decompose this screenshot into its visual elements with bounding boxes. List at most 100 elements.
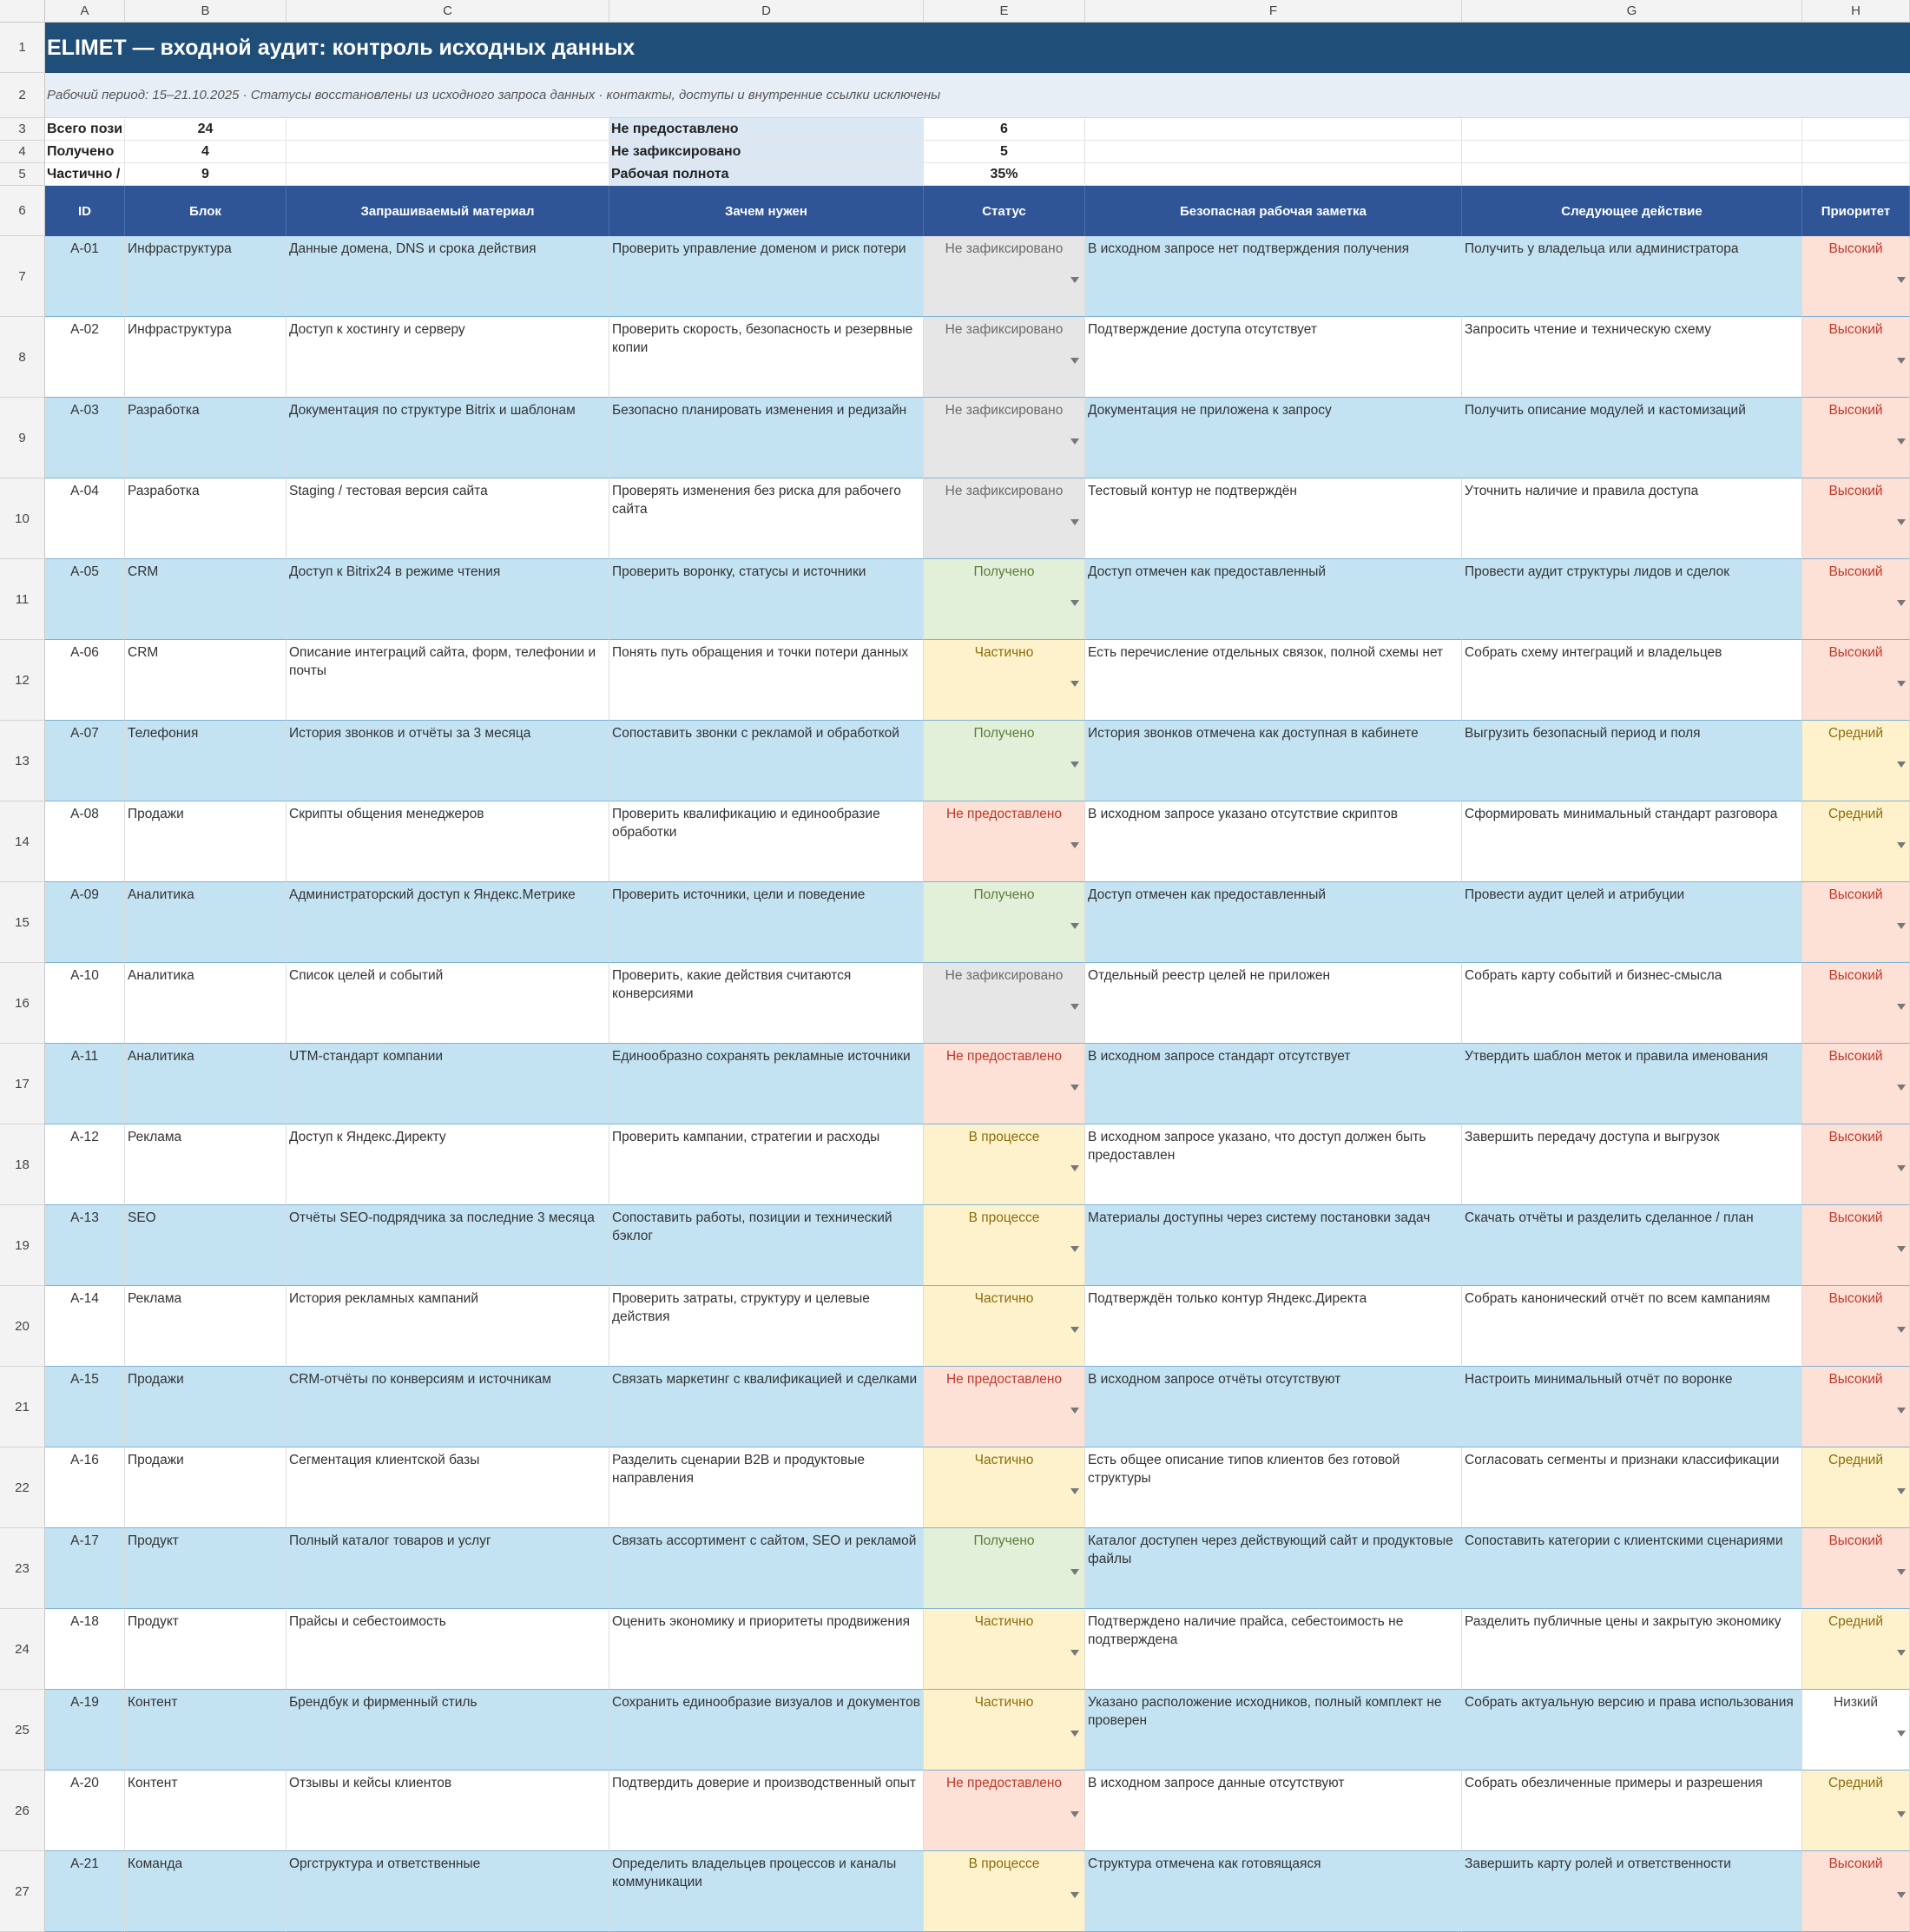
priority-dropdown[interactable]: Высокий (1802, 1044, 1910, 1124)
cell-id[interactable]: A-11 (45, 1044, 125, 1124)
summary-total-value[interactable]: 24 (125, 118, 286, 141)
row-header[interactable]: 23 (0, 1528, 45, 1609)
cell-material[interactable]: Доступ к Яндекс.Директу (286, 1124, 609, 1205)
row-header[interactable]: 27 (0, 1851, 45, 1932)
cell-next[interactable]: Сопоставить категории с клиентскими сцен… (1462, 1528, 1802, 1609)
cell-block[interactable]: Продукт (125, 1609, 286, 1690)
dropdown-arrow-icon[interactable] (1897, 600, 1906, 606)
cell-note[interactable]: Каталог доступен через действующий сайт … (1085, 1528, 1462, 1609)
cell-material[interactable]: История звонков и отчёты за 3 месяца (286, 721, 609, 801)
cell-next[interactable]: Согласовать сегменты и признаки классифи… (1462, 1447, 1802, 1528)
status-dropdown[interactable]: Не предоставлено (924, 1770, 1085, 1851)
cell-material[interactable]: Список целей и событий (286, 963, 609, 1044)
row-header[interactable]: 19 (0, 1205, 45, 1286)
cell-note[interactable]: В исходном запросе стандарт отсутствует (1085, 1044, 1462, 1124)
cell-next[interactable]: Настроить минимальный отчёт по воронке (1462, 1367, 1802, 1447)
dropdown-arrow-icon[interactable] (1897, 1165, 1906, 1171)
dropdown-arrow-icon[interactable] (1897, 358, 1906, 364)
dropdown-arrow-icon[interactable] (1070, 1408, 1079, 1414)
cell-note[interactable]: Документация не приложена к запросу (1085, 398, 1462, 478)
cell-id[interactable]: A-17 (45, 1528, 125, 1609)
cell-block[interactable]: Продажи (125, 1447, 286, 1528)
dropdown-arrow-icon[interactable] (1897, 1569, 1906, 1575)
cell-material[interactable]: Staging / тестовая версия сайта (286, 478, 609, 559)
cell-why[interactable]: Проверять изменения без риска для рабоче… (609, 478, 924, 559)
cell-block[interactable]: Разработка (125, 398, 286, 478)
priority-dropdown[interactable]: Высокий (1802, 559, 1910, 640)
cell-why[interactable]: Проверить квалификацию и единообразие об… (609, 801, 924, 882)
summary-not-recorded-value[interactable]: 5 (924, 141, 1085, 163)
cell-id[interactable]: A-02 (45, 317, 125, 398)
cell-block[interactable]: Инфраструктура (125, 317, 286, 398)
cell-material[interactable]: Доступ к Bitrix24 в режиме чтения (286, 559, 609, 640)
dropdown-arrow-icon[interactable] (1070, 1892, 1079, 1898)
priority-dropdown[interactable]: Высокий (1802, 478, 1910, 559)
summary-partial-value[interactable]: 9 (125, 163, 286, 186)
dropdown-arrow-icon[interactable] (1897, 1811, 1906, 1817)
table-header-id[interactable]: ID (45, 186, 125, 236)
cell-next[interactable]: Получить описание модулей и кастомизаций (1462, 398, 1802, 478)
cell-material[interactable]: Доступ к хостингу и серверу (286, 317, 609, 398)
status-dropdown[interactable]: Не зафиксировано (924, 317, 1085, 398)
cell-note[interactable]: История звонков отмечена как доступная в… (1085, 721, 1462, 801)
table-header-why[interactable]: Зачем нужен (609, 186, 924, 236)
cell-block[interactable]: Реклама (125, 1286, 286, 1367)
cell-next[interactable]: Провести аудит целей и атрибуции (1462, 882, 1802, 963)
row-header[interactable]: 7 (0, 236, 45, 317)
cell-material[interactable]: Брендбук и фирменный стиль (286, 1690, 609, 1770)
status-dropdown[interactable]: Частично (924, 640, 1085, 721)
cell-next[interactable]: Выгрузить безопасный период и поля (1462, 721, 1802, 801)
cell-why[interactable]: Проверить управление доменом и риск поте… (609, 236, 924, 317)
cell-next[interactable]: Собрать обезличенные примеры и разрешени… (1462, 1770, 1802, 1851)
cell-why[interactable]: Проверить, какие действия считаются конв… (609, 963, 924, 1044)
dropdown-arrow-icon[interactable] (1070, 519, 1079, 525)
priority-dropdown[interactable]: Высокий (1802, 1851, 1910, 1932)
summary-not-recorded-label[interactable]: Не зафиксировано (609, 141, 924, 163)
row-header[interactable]: 16 (0, 963, 45, 1044)
summary-total-label[interactable]: Всего пози (45, 118, 125, 141)
column-header-g[interactable]: G (1462, 0, 1802, 23)
dropdown-arrow-icon[interactable] (1070, 1085, 1079, 1091)
empty-cell[interactable] (286, 163, 609, 186)
cell-why[interactable]: Проверить кампании, стратегии и расходы (609, 1124, 924, 1205)
priority-dropdown[interactable]: Высокий (1802, 882, 1910, 963)
cell-block[interactable]: Аналитика (125, 1044, 286, 1124)
status-dropdown[interactable]: Не зафиксировано (924, 478, 1085, 559)
status-dropdown[interactable]: Получено (924, 559, 1085, 640)
dropdown-arrow-icon[interactable] (1070, 1004, 1079, 1010)
priority-dropdown[interactable]: Высокий (1802, 317, 1910, 398)
status-dropdown[interactable]: Получено (924, 882, 1085, 963)
dropdown-arrow-icon[interactable] (1897, 1892, 1906, 1898)
cell-note[interactable]: Доступ отмечен как предоставленный (1085, 559, 1462, 640)
row-header[interactable]: 6 (0, 186, 45, 236)
cell-block[interactable]: CRM (125, 640, 286, 721)
status-dropdown[interactable]: Частично (924, 1286, 1085, 1367)
table-header-material[interactable]: Запрашиваемый материал (286, 186, 609, 236)
row-header[interactable]: 20 (0, 1286, 45, 1367)
row-header[interactable]: 1 (0, 23, 45, 73)
column-header-d[interactable]: D (609, 0, 924, 23)
row-header[interactable]: 12 (0, 640, 45, 721)
empty-cell[interactable] (1802, 163, 1910, 186)
status-dropdown[interactable]: Частично (924, 1609, 1085, 1690)
status-dropdown[interactable]: Частично (924, 1690, 1085, 1770)
table-header-note[interactable]: Безопасная рабочая заметка (1085, 186, 1462, 236)
priority-dropdown[interactable]: Высокий (1802, 640, 1910, 721)
dropdown-arrow-icon[interactable] (1897, 1488, 1906, 1494)
row-header[interactable]: 13 (0, 721, 45, 801)
empty-cell[interactable] (1802, 118, 1910, 141)
cell-id[interactable]: A-14 (45, 1286, 125, 1367)
cell-id[interactable]: A-04 (45, 478, 125, 559)
priority-dropdown[interactable]: Средний (1802, 1447, 1910, 1528)
cell-material[interactable]: Документация по структуре Bitrix и шабло… (286, 398, 609, 478)
row-header[interactable]: 14 (0, 801, 45, 882)
row-header[interactable]: 9 (0, 398, 45, 478)
priority-dropdown[interactable]: Средний (1802, 1770, 1910, 1851)
cell-next[interactable]: Собрать схему интеграций и владельцев (1462, 640, 1802, 721)
table-header-status[interactable]: Статус (924, 186, 1085, 236)
cell-material[interactable]: История рекламных кампаний (286, 1286, 609, 1367)
dropdown-arrow-icon[interactable] (1897, 519, 1906, 525)
cell-id[interactable]: A-10 (45, 963, 125, 1044)
cell-why[interactable]: Сопоставить работы, позиции и технически… (609, 1205, 924, 1286)
cell-note[interactable]: Доступ отмечен как предоставленный (1085, 882, 1462, 963)
